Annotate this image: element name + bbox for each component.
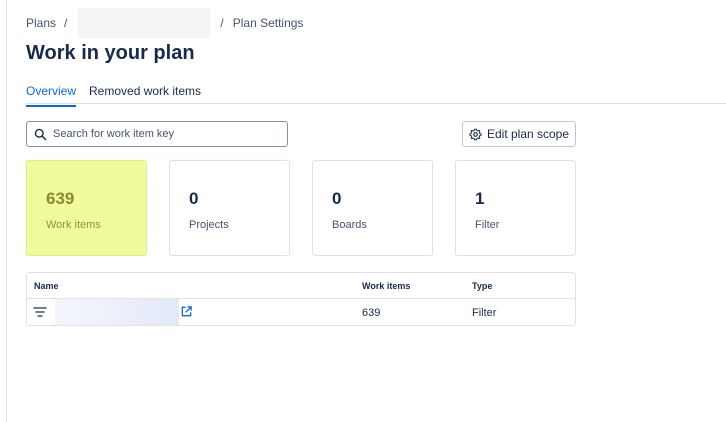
stat-value: 1 [475, 189, 485, 208]
breadcrumb-separator: / [64, 16, 68, 30]
stat-card-work-items: 639 Work items [26, 160, 147, 256]
stat-card-projects: 0 Projects [169, 160, 290, 256]
breadcrumb-plan-name-redacted[interactable] [78, 8, 211, 38]
column-header-work-items[interactable]: Work items [362, 281, 410, 291]
external-link-icon[interactable] [180, 305, 193, 318]
stat-label: Projects [189, 219, 229, 231]
breadcrumb-separator: / [220, 16, 224, 30]
edit-plan-scope-label: Edit plan scope [486, 127, 570, 141]
table-row[interactable]: 639 Filter [27, 299, 575, 326]
breadcrumb-plans-link[interactable]: Plans [26, 16, 56, 30]
search-field[interactable] [26, 121, 288, 147]
left-panel-border [6, 0, 7, 422]
row-name-redacted[interactable] [55, 299, 179, 325]
row-work-items: 639 [362, 307, 381, 319]
row-type: Filter [472, 307, 497, 319]
column-header-name[interactable]: Name [34, 281, 59, 291]
table-header: Name Work items Type [27, 273, 575, 299]
page-title: Work in your plan [26, 42, 195, 64]
breadcrumb-current: Plan Settings [232, 16, 304, 30]
filter-icon [33, 307, 47, 317]
edit-plan-scope-button[interactable]: Edit plan scope [462, 121, 576, 147]
stat-label: Filter [475, 219, 500, 231]
search-icon [34, 128, 47, 140]
stat-card-filter: 1 Filter [455, 160, 576, 256]
scope-table: Name Work items Type 639 Filter [26, 272, 576, 326]
column-header-type[interactable]: Type [472, 281, 492, 291]
breadcrumb: Plans / / Plan Settings [26, 8, 304, 38]
stat-value: 639 [46, 189, 75, 208]
stat-value: 0 [332, 189, 342, 208]
tab-divider [26, 103, 726, 104]
search-input[interactable] [53, 128, 273, 140]
stat-value: 0 [189, 189, 199, 208]
stat-card-boards: 0 Boards [312, 160, 433, 256]
gear-icon [469, 128, 482, 140]
stat-label: Work items [46, 219, 101, 231]
stat-label: Boards [332, 219, 367, 231]
